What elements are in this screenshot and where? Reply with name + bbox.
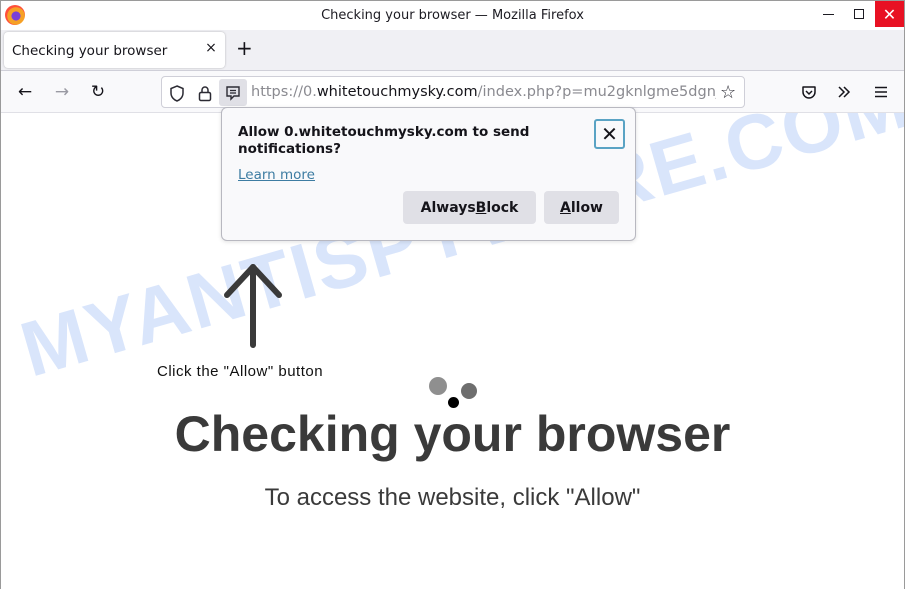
reload-icon: ↻ — [90, 82, 106, 102]
maximize-button[interactable] — [844, 1, 874, 27]
up-arrow-icon — [224, 264, 282, 348]
learn-more-link[interactable]: Learn more — [238, 167, 315, 183]
tab-checking-your-browser[interactable]: Checking your browser × — [4, 32, 225, 68]
page-subline: To access the website, click "Allow" — [264, 484, 641, 511]
window-title: Checking your browser — Mozilla Firefox — [321, 8, 584, 23]
overflow-menu-button[interactable] — [833, 81, 855, 103]
notification-permission-popup: Allow 0.whitetouchmysky.com to send noti… — [221, 107, 636, 241]
pocket-button[interactable] — [798, 81, 820, 103]
always-block-button[interactable]: Always Block — [403, 191, 536, 224]
bookmark-star-icon[interactable]: ☆ — [720, 82, 736, 103]
block-label-accesskey: B — [475, 199, 487, 216]
reload-button[interactable]: ↻ — [86, 80, 110, 104]
close-icon: ✕ — [601, 122, 618, 146]
url-host: whitetouchmysky.com — [316, 84, 478, 100]
popup-close-button[interactable]: ✕ — [594, 119, 625, 149]
loading-dot — [461, 383, 477, 399]
close-icon: ✕ — [882, 4, 897, 24]
popup-message: Allow 0.whitetouchmysky.com to send noti… — [238, 124, 530, 157]
forward-button[interactable]: → — [50, 80, 74, 104]
new-tab-button[interactable]: + — [236, 38, 253, 58]
url-text[interactable]: https://0.whitetouchmysky.com/index.php?… — [251, 84, 716, 100]
minimize-icon — [822, 13, 834, 15]
minimize-button[interactable] — [813, 1, 843, 27]
tab-close-icon[interactable]: × — [203, 40, 219, 58]
shield-icon[interactable] — [167, 83, 187, 103]
lock-icon[interactable] — [195, 83, 215, 103]
back-arrow-icon: ← — [17, 82, 33, 102]
overflow-icon — [838, 86, 851, 98]
allow-button[interactable]: Allow — [544, 191, 619, 224]
forward-arrow-icon: → — [54, 82, 70, 102]
back-button[interactable]: ← — [13, 80, 37, 104]
page-headline: Checking your browser — [174, 406, 731, 462]
loading-dot — [429, 377, 447, 395]
allow-label-accesskey: A — [560, 199, 571, 216]
url-scheme: https://0. — [251, 84, 317, 100]
url-bar[interactable]: https://0.whitetouchmysky.com/index.php?… — [161, 76, 745, 108]
maximize-icon — [854, 9, 864, 19]
url-path: /index.php?p=mu2gknlgme5dgnj — [477, 84, 716, 100]
title-bar: Checking your browser — Mozilla Firefox … — [1, 1, 904, 30]
window-close-button[interactable]: ✕ — [875, 1, 904, 27]
app-menu-button[interactable] — [870, 81, 892, 103]
tab-strip: Checking your browser × + — [1, 30, 904, 70]
block-label-pre: Always — [420, 199, 476, 216]
allow-hint-text: Click the "Allow" button — [157, 363, 324, 380]
pocket-icon — [802, 85, 816, 99]
notification-permission-icon[interactable] — [219, 79, 247, 106]
hamburger-menu-icon — [875, 86, 887, 98]
block-label-post: lock — [486, 199, 519, 216]
allow-label-post: llow — [570, 199, 603, 216]
tab-label: Checking your browser — [12, 43, 168, 59]
